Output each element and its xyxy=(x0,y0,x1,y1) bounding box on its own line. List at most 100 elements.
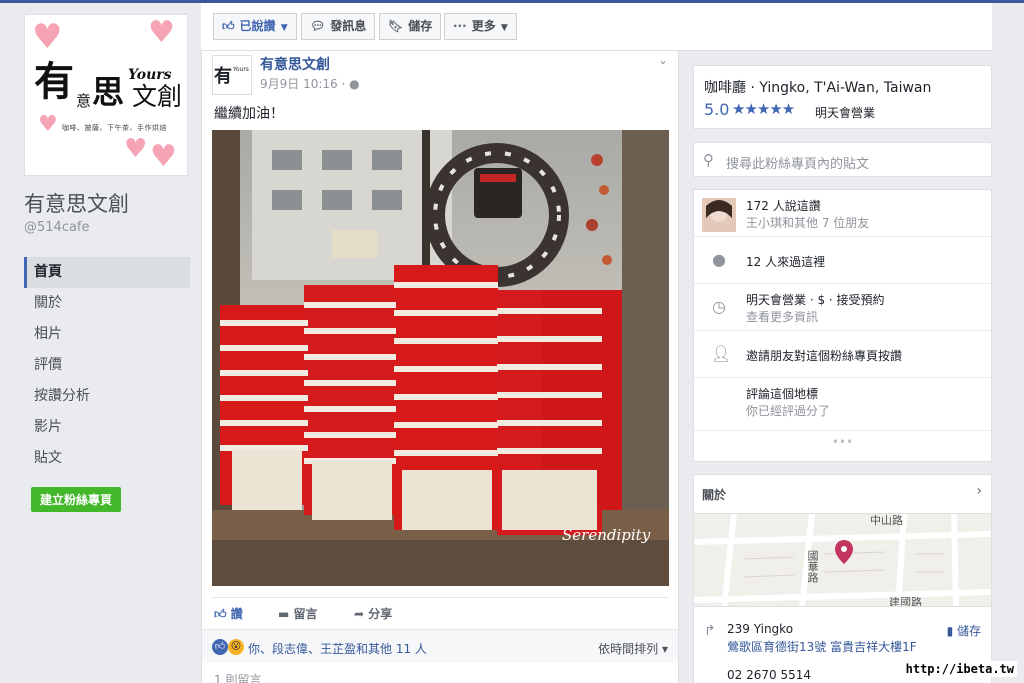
nav-item-reviews[interactable]: 評價 xyxy=(24,350,190,381)
category-location[interactable]: 咖啡廳 · Yingko, T'Ai-Wan, Taiwan xyxy=(704,77,931,97)
liked-label: 已說讚 xyxy=(239,19,276,33)
rating-stars-icon[interactable]: ★★★★★ xyxy=(732,100,795,118)
page-details-card: 172 人說這讚 王小琪和其他 7 位朋友 ● 12 人來過這裡 ◷ 明天會營業… xyxy=(693,189,992,462)
map-road-label: 國華路 xyxy=(806,550,819,583)
page-action-bar: 👍︎ 已說讚 ▼ 💬︎ 發訊息 🔖︎ 儲存 ··· 更多 ▼ xyxy=(201,3,992,51)
review-status: 你已經評過分了 xyxy=(746,404,831,418)
search-posts-box[interactable]: ⚲ 搜尋此粉絲專頁內的貼文 xyxy=(693,142,992,177)
post-options-chevron-icon[interactable]: ⌄ xyxy=(658,53,668,67)
page-handle[interactable]: @514cafe xyxy=(24,220,190,235)
hours-row[interactable]: ◷ 明天會營業 · $ · 接受預約 查看更多資訊 xyxy=(694,284,991,331)
friend-avatar-image xyxy=(702,198,736,232)
sort-comments-dropdown[interactable]: 依時間排列 ▾ xyxy=(598,640,668,657)
location-map[interactable]: 中山路 國華路 建國路 xyxy=(694,513,991,607)
message-button[interactable]: 💬︎ 發訊息 xyxy=(301,13,376,40)
reactions-bar: 👍︎ 😮︎ 你、段志偉、王芷盈和其他 11 人 依時間排列 ▾ xyxy=(202,629,678,663)
post-author[interactable]: 有意思文創 xyxy=(260,54,330,74)
page-info-card: 咖啡廳 · Yingko, T'Ai-Wan, Taiwan 5.0 ★★★★★… xyxy=(693,65,992,129)
comment-count[interactable]: 1 則留言 xyxy=(214,671,261,683)
nav-item-posts[interactable]: 貼文 xyxy=(24,443,190,474)
post-timestamp[interactable]: 9月9日 10:16 · ● xyxy=(260,75,360,92)
create-page-button[interactable]: 建立粉絲專頁 xyxy=(31,487,122,512)
checkins-row: ● 12 人來過這裡 xyxy=(694,237,991,284)
friend-avatar[interactable] xyxy=(702,198,736,232)
search-input[interactable]: 搜尋此粉絲專頁內的貼文 xyxy=(726,153,869,172)
profile-picture[interactable]: ♥ ♥ ♥ ♥ ♥ 有 意 思 文創 Yours 咖啡、披薩、下午茶、手作烘焙 xyxy=(24,14,188,176)
friends-liked[interactable]: 王小琪和其他 7 位朋友 xyxy=(746,214,869,231)
likes-count: 172 人說這讚 xyxy=(746,199,821,213)
thumbs-up-icon: 👍︎ xyxy=(214,607,231,621)
heart-icon: ♥ xyxy=(148,15,175,50)
reactions-text[interactable]: 你、段志偉、王芷盈和其他 11 人 xyxy=(248,640,427,657)
clock-icon: ◷ xyxy=(712,297,726,316)
thumbs-up-icon: 👍︎ xyxy=(222,19,235,33)
comment-action[interactable]: ▬ 留言 xyxy=(278,605,318,622)
post-photo[interactable]: Serendipity xyxy=(212,130,669,586)
heart-icon: ♥ xyxy=(124,134,148,164)
avatar-logo-text: Yours xyxy=(233,66,249,73)
red-boxes xyxy=(220,265,622,535)
rating-value: 5.0 xyxy=(704,100,730,119)
map-image xyxy=(694,514,991,606)
profile-logo: ♥ ♥ ♥ ♥ ♥ 有 意 思 文創 Yours 咖啡、披薩、下午茶、手作烘焙 xyxy=(28,18,184,172)
logo-char-si: 思 xyxy=(92,73,125,111)
review-link[interactable]: 評論這個地標 xyxy=(746,385,818,402)
likes-row[interactable]: 172 人說這讚 王小琪和其他 7 位朋友 xyxy=(694,190,991,237)
logo-char-wenchuang: 文創 xyxy=(132,82,183,111)
invite-friends-icon: 👤︎ xyxy=(711,344,732,363)
post-avatar[interactable]: 有 Yours xyxy=(212,55,252,95)
post-photo-image xyxy=(212,130,669,586)
sort-label: 依時間排列 xyxy=(598,642,659,656)
nav-item-home[interactable]: 首頁 xyxy=(24,257,190,288)
liked-button[interactable]: 👍︎ 已說讚 ▼ xyxy=(213,13,297,40)
post-card: 有 Yours 有意思文創 9月9日 10:16 · ● ⌄ 繼續加油！ Ser… xyxy=(201,51,679,683)
about-title[interactable]: 關於 xyxy=(702,486,726,503)
address-line2[interactable]: 鶯歌區育德街13號 富貴吉祥大樓1F xyxy=(727,638,917,655)
like-reaction-icon[interactable]: 👍︎ xyxy=(212,639,228,655)
more-label: 更多 xyxy=(471,19,496,33)
nav-item-videos[interactable]: 影片 xyxy=(24,412,190,443)
page-title[interactable]: 有意思文創 xyxy=(24,188,190,218)
logo-tagline: 咖啡、披薩、下午茶、手作烘焙 xyxy=(62,124,167,132)
caret-down-icon: ▾ xyxy=(658,642,668,656)
caret-down-icon: ▼ xyxy=(497,23,508,33)
heart-icon: ♥ xyxy=(38,112,58,137)
save-location-link[interactable]: ▮ 儲存 xyxy=(947,622,981,639)
share-icon: ➦ xyxy=(354,607,369,621)
checkins-count: 12 人來過這裡 xyxy=(746,255,826,269)
more-button[interactable]: ··· 更多 ▼ xyxy=(444,13,517,40)
comment-icon: ▬ xyxy=(278,607,294,621)
search-icon: ⚲ xyxy=(703,151,714,169)
logo-char-you: 有 xyxy=(34,58,74,105)
share-label: 分享 xyxy=(368,607,393,621)
wow-reaction-icon[interactable]: 😮︎ xyxy=(228,639,244,655)
bookmark-icon: 🔖︎ xyxy=(388,19,404,33)
like-action[interactable]: 👍︎ 讚 xyxy=(214,605,243,622)
map-road-label: 中山路 xyxy=(870,514,903,527)
open-status: 明天會營業 xyxy=(815,106,876,120)
more-ellipsis-icon[interactable]: ••• xyxy=(694,430,991,462)
avatar-logo-char: 有 xyxy=(214,66,232,87)
post-action-row: 👍︎ 讚 ▬ 留言 ➦ 分享 xyxy=(212,597,669,627)
nav-item-likes[interactable]: 按讚分析 xyxy=(24,381,190,412)
directions-icon: ↱ xyxy=(704,623,716,639)
nav-item-photos[interactable]: 相片 xyxy=(24,319,190,350)
ellipsis-icon: ··· xyxy=(453,19,467,33)
map-road-label: 建國路 xyxy=(889,596,922,607)
message-label: 發訊息 xyxy=(330,19,367,33)
location-pin-icon: ● xyxy=(712,250,726,269)
chevron-right-icon[interactable]: › xyxy=(976,483,982,499)
heart-icon: ♥ xyxy=(150,139,177,174)
see-more-info-link[interactable]: 查看更多資訊 xyxy=(746,308,818,325)
share-action[interactable]: ➦ 分享 xyxy=(354,605,392,622)
phone-number[interactable]: 02 2670 5514 xyxy=(727,668,811,682)
save-button[interactable]: 🔖︎ 儲存 xyxy=(379,13,442,40)
invite-row[interactable]: 👤︎ 邀請朋友對這個粉絲專頁按讚 xyxy=(694,331,991,378)
comment-label: 留言 xyxy=(293,607,318,621)
heart-icon: ♥ xyxy=(32,17,63,57)
nav-item-about[interactable]: 關於 xyxy=(24,288,190,319)
review-row[interactable]: 評論這個地標 你已經評過分了 xyxy=(694,378,991,425)
logo-yours: Yours xyxy=(128,67,172,83)
hours-summary: 明天會營業 · $ · 接受預約 xyxy=(746,293,885,307)
invite-friends-link[interactable]: 邀請朋友對這個粉絲專頁按讚 xyxy=(746,347,902,364)
